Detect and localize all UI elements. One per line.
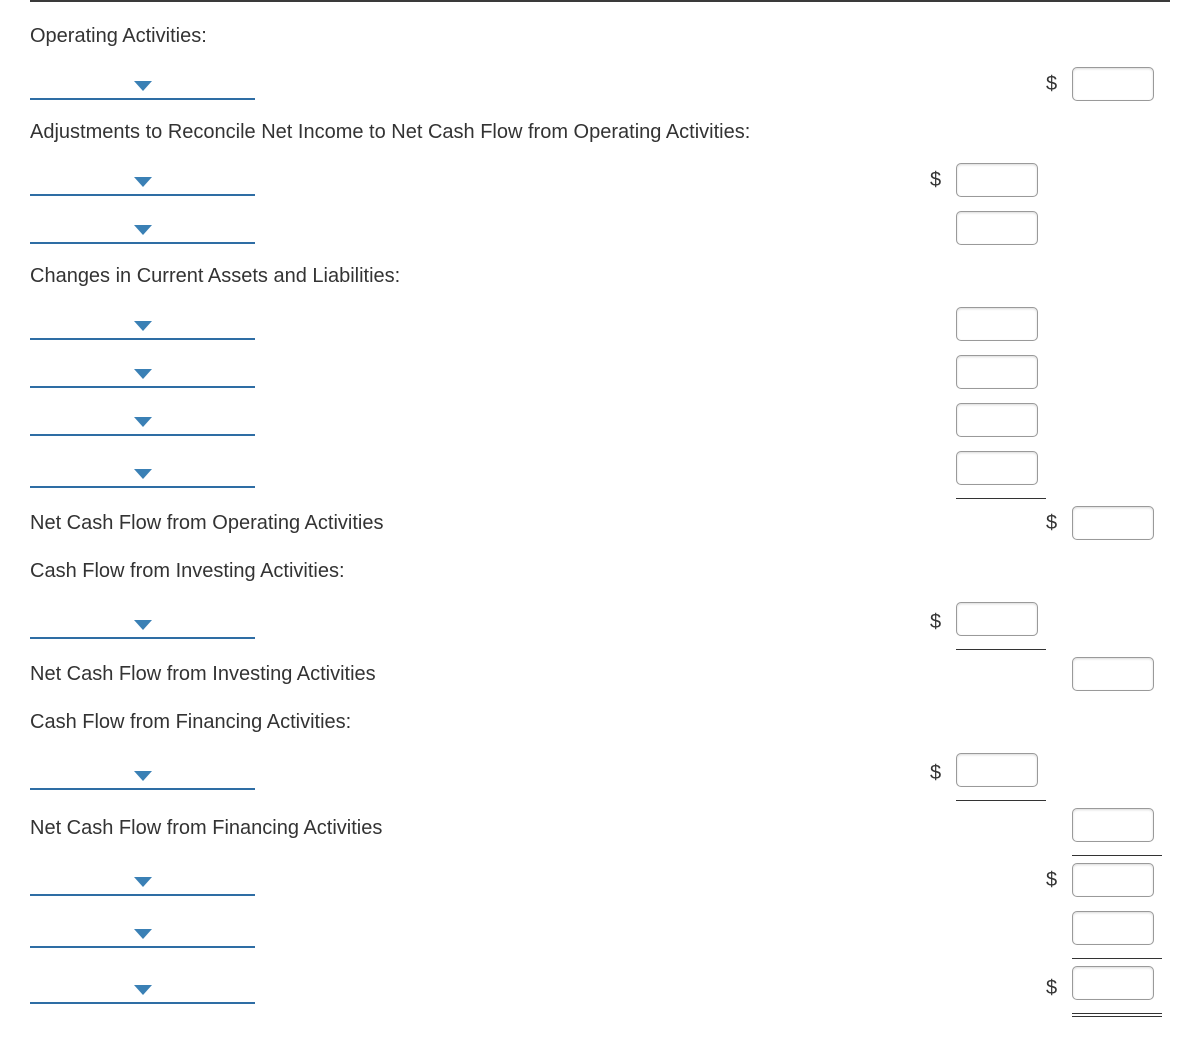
financing-item-dropdown[interactable]: [30, 758, 255, 790]
net-operating-label: Net Cash Flow from Operating Activities: [30, 510, 930, 537]
change-3-amount[interactable]: [956, 403, 1038, 437]
caret-down-icon: [134, 771, 152, 781]
change-4-dropdown[interactable]: [30, 456, 255, 488]
summary-1-amount[interactable]: [1072, 863, 1154, 897]
summary-3-row: $: [30, 959, 1170, 1017]
grand-total-rule: [1072, 959, 1162, 1017]
operating-item-amount[interactable]: [1072, 67, 1154, 101]
change-3-dropdown[interactable]: [30, 404, 255, 436]
investing-label: Cash Flow from Investing Activities:: [30, 558, 930, 585]
top-rule: [30, 0, 1170, 2]
caret-down-icon: [134, 469, 152, 479]
adjustments-header-row: Adjustments to Reconcile Net Income to N…: [30, 108, 1170, 156]
financing-item-row: $: [30, 746, 1170, 801]
caret-down-icon: [134, 985, 152, 995]
change-1-row: [30, 300, 1170, 348]
caret-down-icon: [134, 225, 152, 235]
operating-item-dropdown[interactable]: [30, 68, 255, 100]
change-1-amount[interactable]: [956, 307, 1038, 341]
caret-down-icon: [134, 81, 152, 91]
financing-header-row: Cash Flow from Financing Activities:: [30, 698, 1170, 746]
financing-label: Cash Flow from Financing Activities:: [30, 709, 930, 736]
summary-3-amount[interactable]: [1072, 966, 1154, 1000]
change-4-row: [30, 444, 1170, 499]
change-2-dropdown[interactable]: [30, 356, 255, 388]
caret-down-icon: [134, 177, 152, 187]
investing-item-row: $: [30, 595, 1170, 650]
caret-down-icon: [134, 929, 152, 939]
subtotal-rule: [956, 444, 1046, 499]
adjustment-1-dropdown[interactable]: [30, 164, 255, 196]
net-operating-row: Net Cash Flow from Operating Activities …: [30, 499, 1170, 547]
change-3-row: [30, 396, 1170, 444]
adjustment-1-row: $: [30, 156, 1170, 204]
investing-item-dropdown[interactable]: [30, 607, 255, 639]
adjustment-2-amount[interactable]: [956, 211, 1038, 245]
summary-3-dropdown[interactable]: [30, 972, 255, 1004]
caret-down-icon: [134, 369, 152, 379]
net-financing-row: Net Cash Flow from Financing Activities: [30, 801, 1170, 856]
currency-symbol: $: [1046, 964, 1072, 1012]
operating-item-row: $: [30, 60, 1170, 108]
currency-symbol: $: [930, 156, 956, 204]
change-4-amount[interactable]: [956, 451, 1038, 485]
operating-activities-label: Operating Activities:: [30, 23, 930, 50]
summary-1-dropdown[interactable]: [30, 864, 255, 896]
change-2-amount[interactable]: [956, 355, 1038, 389]
currency-symbol: $: [1046, 60, 1072, 108]
subtotal-rule: [956, 746, 1046, 801]
caret-down-icon: [134, 417, 152, 427]
financing-item-amount[interactable]: [956, 753, 1038, 787]
subtotal-rule: [1072, 801, 1162, 856]
change-2-row: [30, 348, 1170, 396]
currency-symbol: $: [1046, 856, 1072, 904]
net-operating-amount[interactable]: [1072, 506, 1154, 540]
changes-header-row: Changes in Current Assets and Liabilitie…: [30, 252, 1170, 300]
subtotal-rule: [956, 595, 1046, 650]
change-1-dropdown[interactable]: [30, 308, 255, 340]
caret-down-icon: [134, 321, 152, 331]
net-financing-label: Net Cash Flow from Financing Activities: [30, 815, 930, 842]
net-financing-amount[interactable]: [1072, 808, 1154, 842]
operating-activities-header-row: Operating Activities:: [30, 12, 1170, 60]
adjustment-2-row: [30, 204, 1170, 252]
adjustments-label: Adjustments to Reconcile Net Income to N…: [30, 119, 930, 146]
investing-header-row: Cash Flow from Investing Activities:: [30, 547, 1170, 595]
net-investing-label: Net Cash Flow from Investing Activities: [30, 661, 930, 688]
summary-1-row: $: [30, 856, 1170, 904]
investing-item-amount[interactable]: [956, 602, 1038, 636]
adjustment-1-amount[interactable]: [956, 163, 1038, 197]
net-investing-amount[interactable]: [1072, 657, 1154, 691]
caret-down-icon: [134, 620, 152, 630]
currency-symbol: $: [930, 599, 956, 647]
net-investing-row: Net Cash Flow from Investing Activities: [30, 650, 1170, 698]
changes-label: Changes in Current Assets and Liabilitie…: [30, 263, 930, 290]
subtotal-rule: [1072, 904, 1162, 959]
caret-down-icon: [134, 877, 152, 887]
summary-2-row: [30, 904, 1170, 959]
currency-symbol: $: [1046, 499, 1072, 547]
summary-2-amount[interactable]: [1072, 911, 1154, 945]
currency-symbol: $: [930, 750, 956, 798]
summary-2-dropdown[interactable]: [30, 916, 255, 948]
adjustment-2-dropdown[interactable]: [30, 212, 255, 244]
